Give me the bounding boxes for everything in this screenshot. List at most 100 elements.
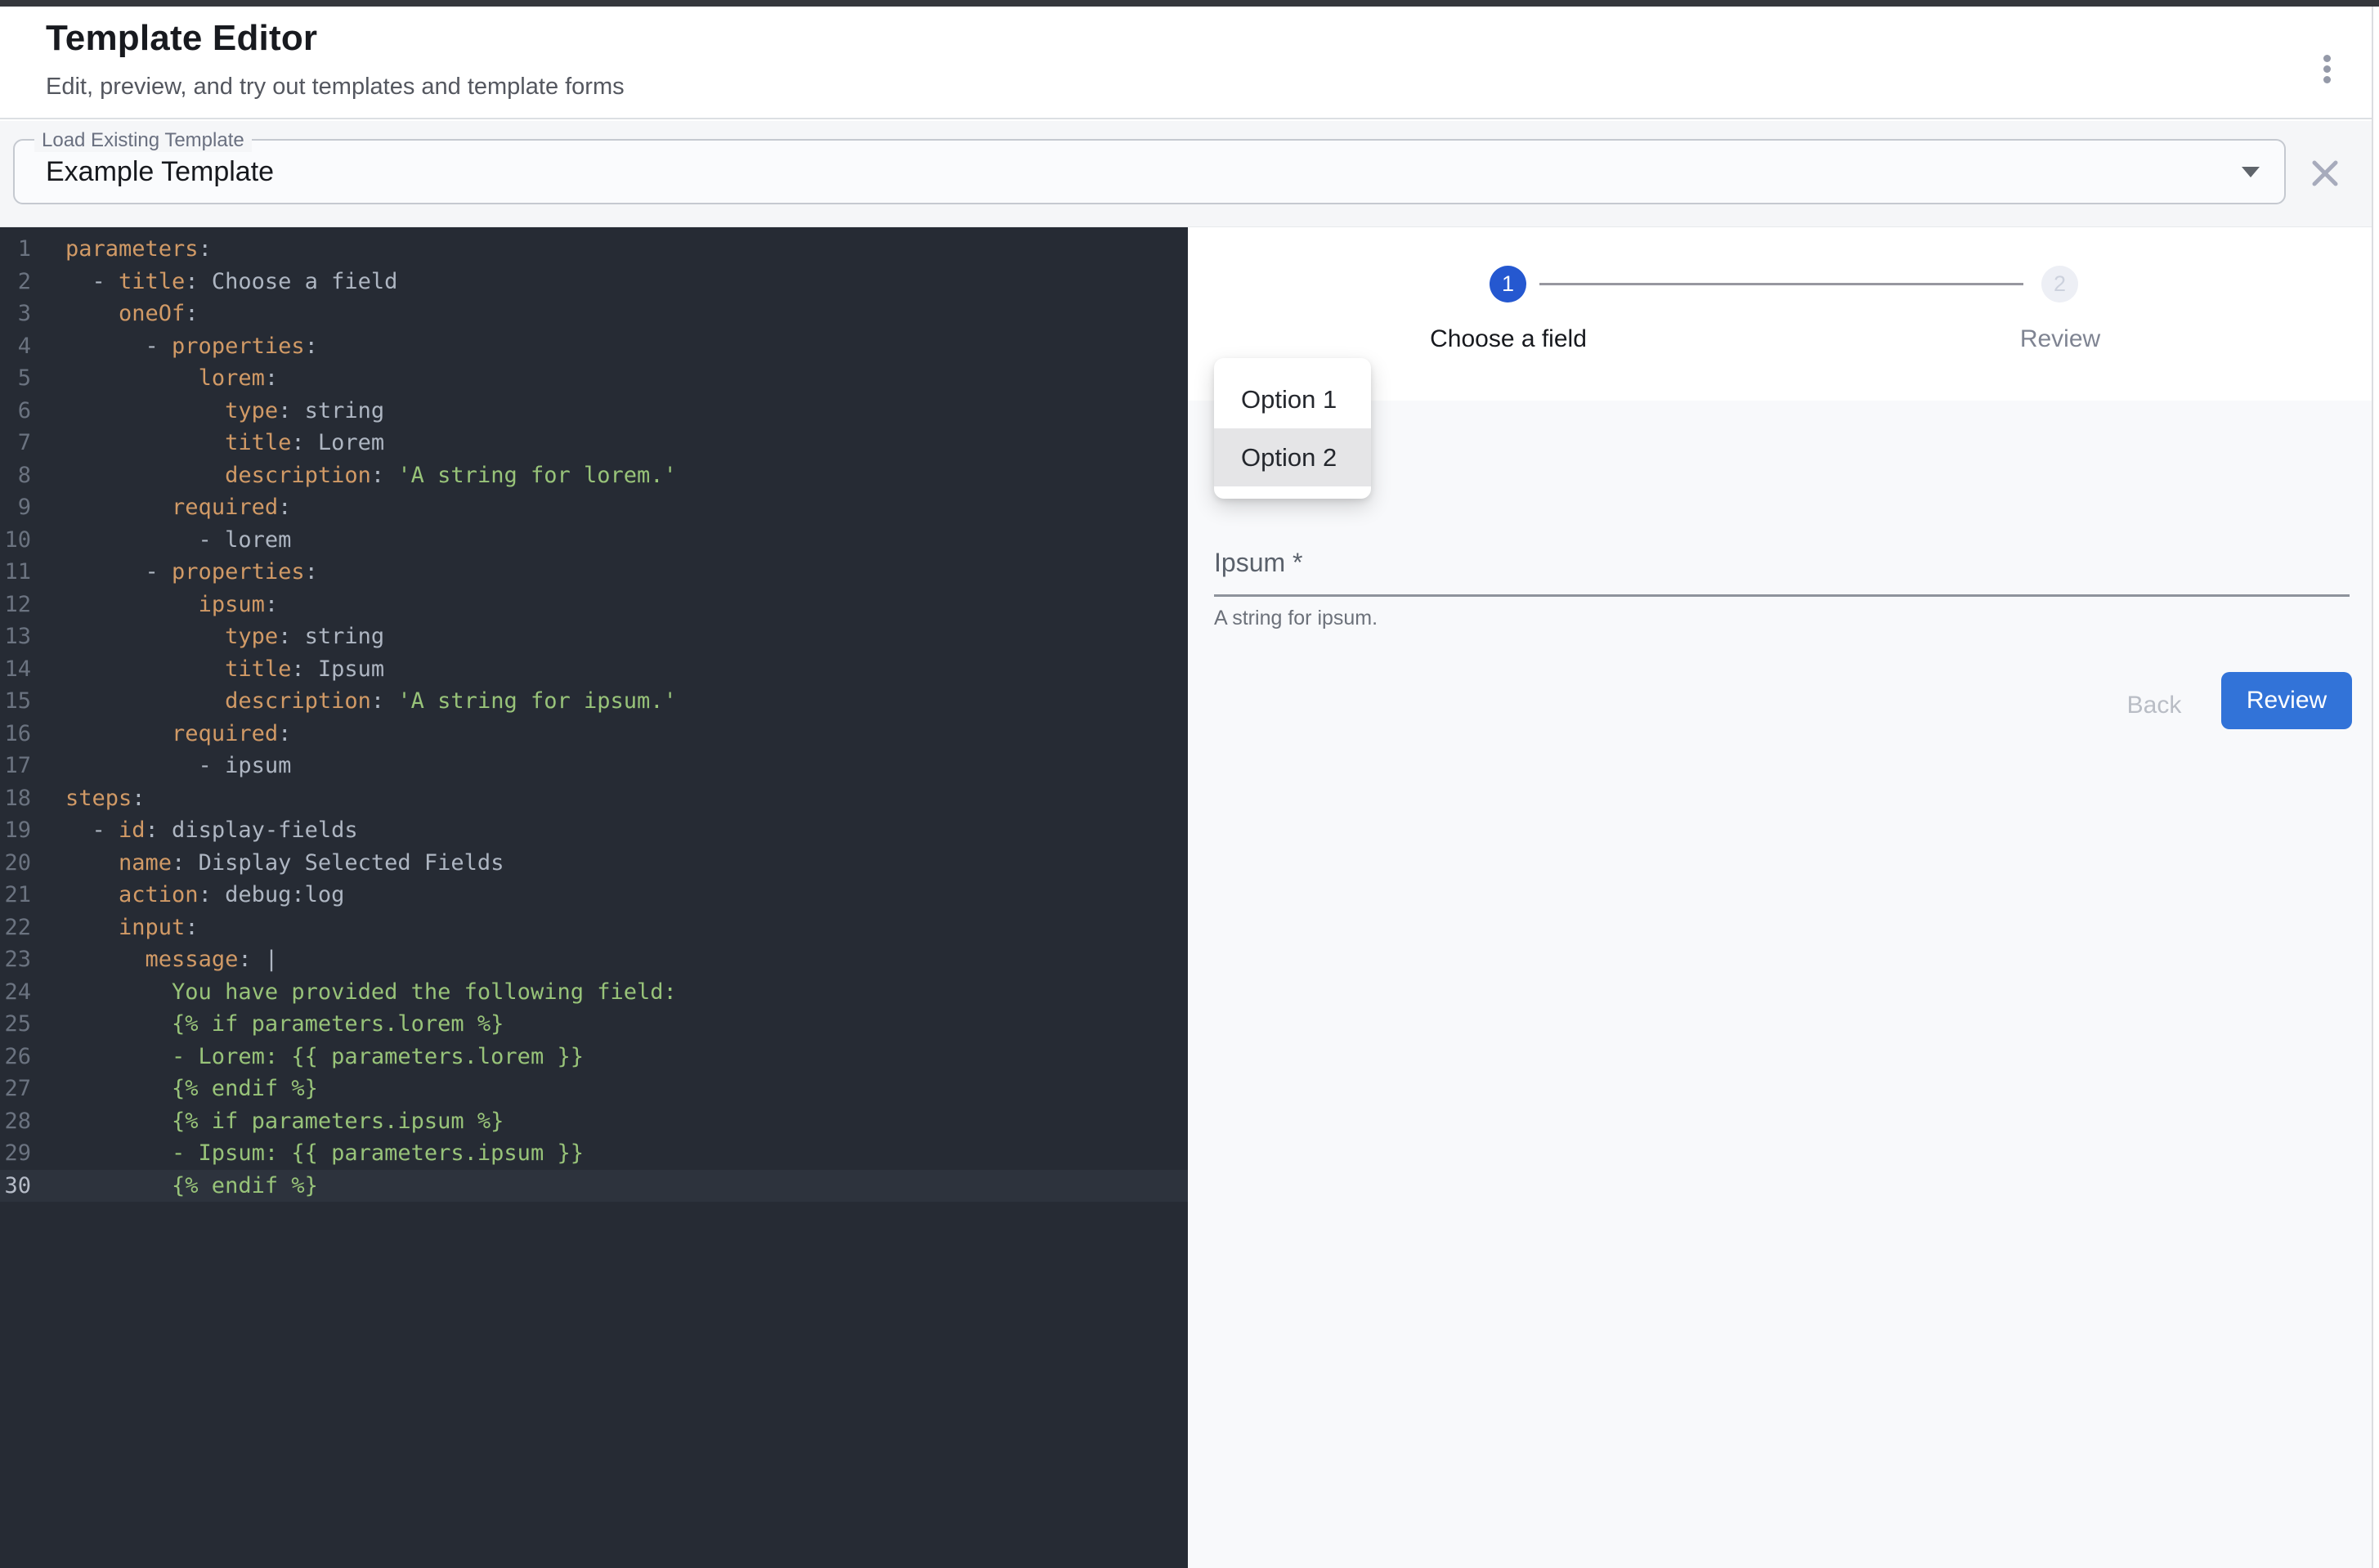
page-title: Template Editor — [46, 18, 317, 59]
kebab-menu-icon[interactable] — [2309, 44, 2345, 93]
editor-line[interactable]: 11 - properties: — [0, 556, 1188, 589]
editor-line[interactable]: 24 You have provided the following field… — [0, 976, 1188, 1009]
editor-line[interactable]: 21 action: debug:log — [0, 879, 1188, 912]
ipsum-field-label: Ipsum * — [1214, 548, 1302, 577]
line-number: 9 — [0, 491, 31, 524]
line-code: input: — [31, 912, 199, 944]
editor-line[interactable]: 4 - properties: — [0, 330, 1188, 363]
line-code: {% endif %} — [31, 1073, 318, 1105]
step-label-1: Choose a field — [1386, 325, 1631, 353]
editor-line[interactable]: 5 lorem: — [0, 362, 1188, 395]
editor-line[interactable]: 16 required: — [0, 718, 1188, 750]
line-code: type: string — [31, 395, 384, 428]
template-editor-page: Template Editor Edit, preview, and try o… — [0, 0, 2379, 1568]
line-code: description: 'A string for lorem.' — [31, 459, 677, 492]
stepper-connector — [1539, 283, 2023, 285]
line-code: - Lorem: {{ parameters.lorem }} — [31, 1041, 584, 1073]
line-number: 7 — [0, 427, 31, 459]
line-code: - title: Choose a field — [31, 266, 397, 298]
line-number: 15 — [0, 685, 31, 718]
line-number: 28 — [0, 1105, 31, 1138]
line-number: 29 — [0, 1137, 31, 1170]
step-circle-1: 1 — [1490, 266, 1526, 302]
line-code: oneOf: — [31, 298, 199, 330]
line-number: 25 — [0, 1008, 31, 1041]
editor-line[interactable]: 13 type: string — [0, 620, 1188, 653]
line-number: 27 — [0, 1073, 31, 1105]
load-template-select[interactable]: Load Existing Template Example Template — [13, 139, 2286, 204]
line-number: 24 — [0, 976, 31, 1009]
editor-line[interactable]: 6 type: string — [0, 395, 1188, 428]
editor-line[interactable]: 15 description: 'A string for ipsum.' — [0, 685, 1188, 718]
line-number: 3 — [0, 298, 31, 330]
editor-line[interactable]: 29 - Ipsum: {{ parameters.ipsum }} — [0, 1137, 1188, 1170]
editor-line[interactable]: 8 description: 'A string for lorem.' — [0, 459, 1188, 492]
field-options-menu: Option 1Option 2 — [1214, 358, 1371, 499]
editor-line[interactable]: 20 name: Display Selected Fields — [0, 847, 1188, 880]
editor-line[interactable]: 10 - lorem — [0, 524, 1188, 557]
step-label-2: Review — [1938, 325, 2183, 353]
line-number: 1 — [0, 233, 31, 266]
line-code: - ipsum — [31, 750, 291, 782]
menu-option[interactable]: Option 1 — [1214, 370, 1371, 428]
line-code: lorem: — [31, 362, 278, 395]
menu-option[interactable]: Option 2 — [1214, 428, 1371, 486]
editor-line[interactable]: 19 - id: display-fields — [0, 814, 1188, 847]
editor-line[interactable]: 30 {% endif %} — [0, 1170, 1188, 1203]
ipsum-input[interactable]: Ipsum * — [1214, 548, 2350, 594]
editor-line[interactable]: 12 ipsum: — [0, 589, 1188, 621]
editor-line[interactable]: 26 - Lorem: {{ parameters.lorem }} — [0, 1041, 1188, 1073]
line-number: 10 — [0, 524, 31, 557]
page-header: Template Editor Edit, preview, and try o… — [0, 7, 2379, 119]
page-scrollbar-track[interactable] — [2372, 7, 2379, 1568]
main-split: 1parameters:2 - title: Choose a field3 o… — [0, 227, 2379, 1568]
line-code: action: debug:log — [31, 879, 344, 912]
line-code: - Ipsum: {{ parameters.ipsum }} — [31, 1137, 584, 1170]
template-form-preview: 1Choose a field2Review Option 1Option 2 … — [1188, 227, 2379, 1568]
line-code: - id: display-fields — [31, 814, 358, 847]
template-loader-section: Load Existing Template Example Template — [0, 121, 2379, 227]
yaml-code-editor[interactable]: 1parameters:2 - title: Choose a field3 o… — [0, 227, 1188, 1568]
line-number: 12 — [0, 589, 31, 621]
line-number: 17 — [0, 750, 31, 782]
load-template-value: Example Template — [46, 141, 274, 203]
editor-line[interactable]: 2 - title: Choose a field — [0, 266, 1188, 298]
editor-line[interactable]: 27 {% endif %} — [0, 1073, 1188, 1105]
review-button[interactable]: Review — [2221, 672, 2352, 729]
editor-line[interactable]: 18steps: — [0, 782, 1188, 815]
line-code: parameters: — [31, 233, 212, 266]
line-number: 6 — [0, 395, 31, 428]
line-code: {% if parameters.lorem %} — [31, 1008, 504, 1041]
line-number: 16 — [0, 718, 31, 750]
caret-down-icon — [2242, 167, 2260, 177]
editor-line[interactable]: 1parameters: — [0, 233, 1188, 266]
line-number: 23 — [0, 943, 31, 976]
editor-line[interactable]: 28 {% if parameters.ipsum %} — [0, 1105, 1188, 1138]
line-number: 19 — [0, 814, 31, 847]
line-code: description: 'A string for ipsum.' — [31, 685, 677, 718]
editor-line[interactable]: 3 oneOf: — [0, 298, 1188, 330]
editor-line[interactable]: 23 message: | — [0, 943, 1188, 976]
line-code: {% endif %} — [31, 1170, 318, 1203]
line-code: required: — [31, 718, 291, 750]
editor-line[interactable]: 22 input: — [0, 912, 1188, 944]
line-number: 14 — [0, 653, 31, 686]
editor-line[interactable]: 14 title: Ipsum — [0, 653, 1188, 686]
line-code: message: | — [31, 943, 278, 976]
ipsum-input-underline — [1214, 594, 2350, 597]
line-code: - properties: — [31, 330, 318, 363]
editor-line[interactable]: 9 required: — [0, 491, 1188, 524]
line-number: 18 — [0, 782, 31, 815]
editor-line[interactable]: 17 - ipsum — [0, 750, 1188, 782]
close-icon[interactable] — [2304, 152, 2346, 195]
line-code: required: — [31, 491, 291, 524]
line-number: 13 — [0, 620, 31, 653]
line-number: 21 — [0, 879, 31, 912]
editor-line[interactable]: 7 title: Lorem — [0, 427, 1188, 459]
line-code: - properties: — [31, 556, 318, 589]
back-button[interactable]: Back — [2097, 687, 2211, 724]
editor-line[interactable]: 25 {% if parameters.lorem %} — [0, 1008, 1188, 1041]
line-number: 4 — [0, 330, 31, 363]
ipsum-helper-text: A string for ipsum. — [1214, 607, 1378, 630]
line-number: 20 — [0, 847, 31, 880]
